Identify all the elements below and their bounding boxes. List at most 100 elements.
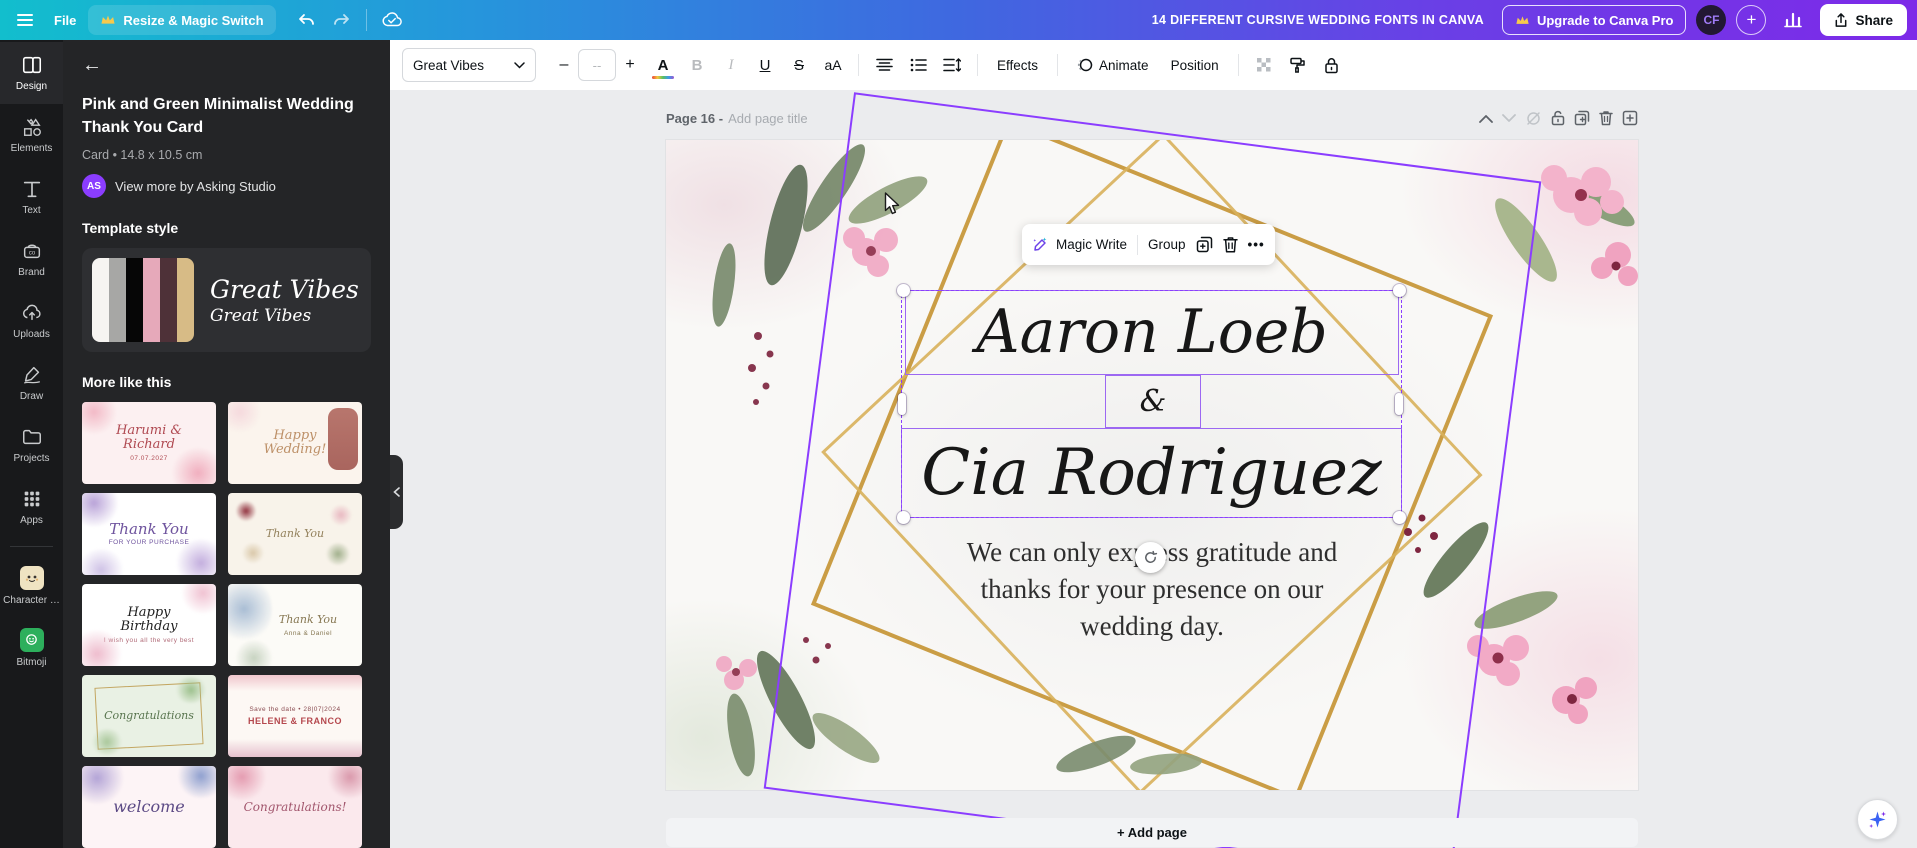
main-menu-button[interactable] — [8, 3, 42, 37]
upgrade-pro-button[interactable]: Upgrade to Canva Pro — [1501, 5, 1687, 35]
sidebar-item-apps[interactable]: Apps — [0, 476, 63, 538]
author-row[interactable]: AS View more by Asking Studio — [82, 174, 371, 198]
text-toolbar: Great Vibes – -- + A B I U S aA Effects … — [390, 40, 1917, 90]
font-size-decrease-button[interactable]: – — [550, 49, 578, 81]
resize-handle-top-right[interactable] — [1393, 284, 1406, 297]
file-menu[interactable]: File — [42, 13, 88, 28]
template-thumbnail[interactable]: Congratulations! — [228, 766, 362, 848]
sidebar-item-draw[interactable]: Draw — [0, 352, 63, 414]
add-page-icon[interactable] — [1622, 110, 1638, 126]
resize-handle-left[interactable] — [898, 393, 906, 415]
resize-magic-switch-button[interactable]: Resize & Magic Switch — [88, 5, 276, 35]
spacing-button[interactable] — [937, 48, 967, 82]
add-page-button[interactable]: + Add page — [666, 818, 1638, 847]
sidebar-item-elements[interactable]: Elements — [0, 104, 63, 166]
text-case-button[interactable]: aA — [818, 48, 848, 82]
user-avatar[interactable]: CF — [1696, 5, 1727, 35]
template-thumbnail[interactable]: Thank You FOR YOUR PURCHASE — [82, 493, 216, 575]
animate-button[interactable]: Animate — [1068, 48, 1158, 82]
palette-swatch — [143, 258, 160, 342]
strikethrough-button[interactable]: S — [784, 48, 814, 82]
alignment-button[interactable] — [869, 48, 899, 82]
share-label: Share — [1855, 12, 1893, 28]
thumb-subtext: FOR YOUR PURCHASE — [108, 539, 190, 546]
duplicate-page-icon[interactable] — [1574, 110, 1590, 126]
text-color-button[interactable]: A — [648, 48, 678, 82]
effects-button[interactable]: Effects — [988, 48, 1047, 82]
sidebar-item-brand[interactable]: co Brand — [0, 228, 63, 290]
sidebar-item-projects[interactable]: Projects — [0, 414, 63, 476]
upgrade-label: Upgrade to Canva Pro — [1536, 12, 1674, 28]
panel-collapse-toggle[interactable] — [390, 455, 403, 529]
palette-swatch — [177, 258, 194, 342]
template-title: Pink and Green Minimalist Wedding Thank … — [82, 96, 354, 136]
bold-button[interactable]: B — [682, 48, 712, 82]
sidebar-item-text[interactable]: Text — [0, 166, 63, 228]
position-button[interactable]: Position — [1162, 48, 1228, 82]
template-style-card[interactable]: Great Vibes Great Vibes — [82, 248, 371, 352]
duplicate-button[interactable] — [1196, 236, 1213, 253]
lock-page-icon[interactable] — [1551, 110, 1565, 126]
hamburger-icon — [17, 14, 33, 26]
template-thumbnail[interactable]: Thank You — [228, 493, 362, 575]
copy-style-button[interactable] — [1283, 48, 1313, 82]
sidebar-item-character[interactable]: Character … — [0, 555, 63, 617]
thumb-text: Thank You — [109, 520, 189, 538]
add-member-button[interactable]: + — [1736, 5, 1767, 35]
rotate-handle[interactable] — [1135, 542, 1166, 573]
font-size-value[interactable]: -- — [578, 49, 616, 81]
move-page-up-icon[interactable] — [1479, 114, 1493, 123]
palette-swatch — [109, 258, 126, 342]
more-options-button[interactable]: ••• — [1248, 237, 1265, 252]
list-button[interactable] — [903, 48, 933, 82]
canva-assistant-button[interactable] — [1857, 799, 1898, 840]
template-thumbnail[interactable]: Harumi & Richard 07.07.2027 — [82, 402, 216, 484]
share-button[interactable]: Share — [1820, 4, 1907, 36]
back-button[interactable]: ← — [82, 54, 102, 77]
rotate-icon — [1145, 550, 1158, 563]
font-preview-primary: Great Vibes — [210, 274, 359, 304]
sidebar-item-design[interactable]: Design — [0, 42, 63, 104]
group-button[interactable]: Group — [1148, 237, 1186, 252]
resize-handle-top-left[interactable] — [897, 284, 910, 297]
sidebar-label: Text — [22, 205, 41, 216]
underline-button[interactable]: U — [750, 48, 780, 82]
redo-button[interactable] — [324, 3, 358, 37]
delete-page-icon[interactable] — [1599, 110, 1613, 126]
editor-area: Great Vibes – -- + A B I U S aA Effects … — [390, 40, 1917, 848]
font-family-select[interactable]: Great Vibes — [402, 48, 536, 82]
resize-handle-bottom-left[interactable] — [897, 511, 910, 524]
resize-handle-bottom-right[interactable] — [1393, 511, 1406, 524]
magic-write-button[interactable]: Magic Write — [1032, 236, 1127, 253]
move-page-down-icon[interactable] — [1502, 113, 1516, 123]
italic-button[interactable]: I — [716, 48, 746, 82]
page-title-input[interactable]: Add page title — [728, 111, 808, 126]
message-line: wedding day. — [1080, 611, 1224, 641]
sidebar-item-bitmoji[interactable]: Bitmoji — [0, 617, 63, 679]
toolbar-divider — [1237, 54, 1239, 76]
sidebar-item-uploads[interactable]: Uploads — [0, 290, 63, 352]
floral-top-right — [1495, 165, 1638, 286]
template-thumbnail[interactable]: Congratulations — [82, 675, 216, 757]
lock-button[interactable] — [1317, 48, 1347, 82]
document-title[interactable]: 14 DIFFERENT CURSIVE WEDDING FONTS IN CA… — [1152, 13, 1484, 27]
thumb-subtext: Anna & Daniel — [283, 630, 333, 637]
author-link[interactable]: View more by Asking Studio — [115, 179, 276, 194]
template-thumbnail[interactable]: welcome — [82, 766, 216, 848]
cloud-save-status[interactable] — [375, 3, 409, 37]
hide-page-icon[interactable] — [1525, 111, 1542, 126]
font-size-increase-button[interactable]: + — [616, 49, 644, 81]
sidebar: Design Elements Text co Brand Uploads Dr… — [0, 40, 63, 848]
thumb-text: Thank You — [278, 613, 338, 626]
delete-button[interactable] — [1222, 236, 1238, 253]
share-upload-icon — [1836, 12, 1847, 27]
insights-button[interactable] — [1776, 3, 1810, 37]
template-thumbnail[interactable]: Happy Wedding! — [228, 402, 362, 484]
template-thumbnail[interactable]: Happy Birthday I wish you all the very b… — [82, 584, 216, 666]
template-thumbnail[interactable]: Thank You Anna & Daniel — [228, 584, 362, 666]
design-icon — [22, 56, 41, 74]
transparency-button[interactable] — [1249, 48, 1279, 82]
resize-handle-right[interactable] — [1395, 393, 1403, 415]
undo-button[interactable] — [290, 3, 324, 37]
template-thumbnail[interactable]: Save the date • 28|07|2024 HELENE & FRAN… — [228, 675, 362, 757]
